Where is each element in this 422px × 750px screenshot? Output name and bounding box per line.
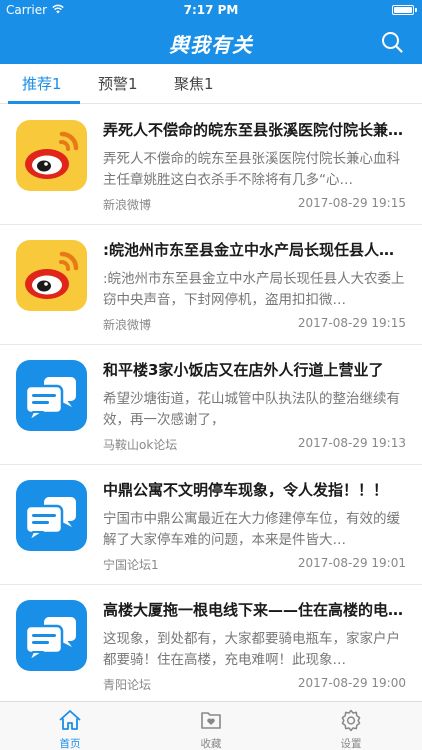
tabbar-settings[interactable]: 设置 (311, 702, 391, 750)
article-summary: 宁国市中鼎公寓最近在大力修建停车位，有效的缓解了大家停车难的问题，本来是件皆大… (103, 511, 400, 548)
forum-chat-icon (16, 480, 87, 551)
status-bar: Carrier 7:17 PM (0, 0, 422, 20)
article-title: 中鼎公寓不文明停车现象，令人发指！！！ (103, 481, 389, 499)
favorites-icon (201, 712, 221, 729)
article-date: 2017-08-29 19:01 (297, 556, 406, 570)
tab-warning[interactable]: 预警1 (98, 64, 138, 104)
article-date: 2017-08-29 19:00 (297, 676, 406, 690)
article-item[interactable]: 高楼大厦拖一根电线下来——住在高楼的电瓶车 这现象，到处都有，大家都要骑电瓶车，… (0, 585, 422, 701)
article-summary: 这现象，到处都有，大家都要骑电瓶车，家家户户都要骑！住在高楼，充电难啊！此现象… (103, 631, 400, 668)
article-source: 新浪微博 (103, 198, 152, 212)
article-summary: 希望沙塘街道，花山城管中队执法队的整治继续有效，再一次感谢了， (103, 391, 400, 428)
article-title: 高楼大厦拖一根电线下来——住在高楼的电瓶车 (103, 601, 409, 619)
tab-focus[interactable]: 聚焦1 (174, 64, 214, 104)
tabbar-favorites[interactable]: 收藏 (171, 702, 251, 750)
article-date: 2017-08-29 19:15 (297, 316, 406, 330)
article-item[interactable]: :皖池州市东至县金立中水产局长现任县人大农委上窃中央声音 :皖池州市东至县金立中… (0, 225, 422, 345)
bottom-tab-bar: 首页 收藏 设置 (0, 701, 422, 750)
search-icon[interactable] (380, 30, 404, 54)
app-header: Carrier 7:17 PM 舆我有关 (0, 0, 422, 64)
tab-recommend[interactable]: 推荐1 (22, 64, 62, 104)
article-date: 2017-08-29 19:13 (297, 436, 406, 450)
nav-bar: 舆我有关 (0, 20, 422, 64)
tabbar-favorites-label: 收藏 (200, 738, 222, 750)
tabbar-home[interactable]: 首页 (30, 702, 110, 750)
active-tab-indicator (8, 101, 80, 104)
article-source: 马鞍山ok论坛 (103, 438, 178, 452)
article-summary: :皖池州市东至县金立中水产局长现任县人大农委上窃中央声音，下封网停机，盗用扣扣微… (103, 271, 405, 308)
forum-chat-icon (16, 360, 87, 431)
article-source: 宁国论坛1 (103, 558, 159, 572)
forum-chat-icon (16, 600, 87, 671)
article-summary: 弄死人不偿命的皖东至县张溪医院付院长兼心血科主任章姚胜这白衣杀手不除将有几多“心… (103, 151, 400, 188)
status-time: 7:17 PM (183, 3, 239, 17)
category-tabs: 推荐1 预警1 聚焦1 (0, 64, 422, 104)
article-title: 弄死人不偿命的皖东至县张溪医院付院长兼心血科主任章姚胜这白衣杀手 (103, 121, 409, 139)
home-icon (59, 710, 81, 730)
article-item[interactable]: 弄死人不偿命的皖东至县张溪医院付院长兼心血科主任章姚胜这白衣杀手 弄死人不偿命的… (0, 105, 422, 225)
weibo-icon (16, 240, 87, 311)
article-list: 弄死人不偿命的皖东至县张溪医院付院长兼心血科主任章姚胜这白衣杀手 弄死人不偿命的… (0, 105, 422, 701)
article-item[interactable]: 中鼎公寓不文明停车现象，令人发指！！！ 宁国市中鼎公寓最近在大力修建停车位，有效… (0, 465, 422, 585)
settings-gear-icon (341, 709, 361, 732)
article-source: 青阳论坛 (103, 678, 152, 692)
tabbar-home-label: 首页 (59, 738, 81, 750)
article-source: 新浪微博 (103, 318, 152, 332)
article-date: 2017-08-29 19:15 (297, 196, 406, 210)
battery-icon (392, 5, 417, 15)
tabbar-settings-label: 设置 (340, 738, 362, 750)
article-title: :皖池州市东至县金立中水产局长现任县人大农委上窃中央声音 (103, 241, 409, 259)
weibo-icon (16, 120, 87, 191)
app-title-logo: 舆我有关 (169, 33, 253, 57)
article-item[interactable]: 和平楼3家小饭店又在店外人行道上营业了 希望沙塘街道，花山城管中队执法队的整治继… (0, 345, 422, 465)
article-title: 和平楼3家小饭店又在店外人行道上营业了 (103, 361, 384, 379)
